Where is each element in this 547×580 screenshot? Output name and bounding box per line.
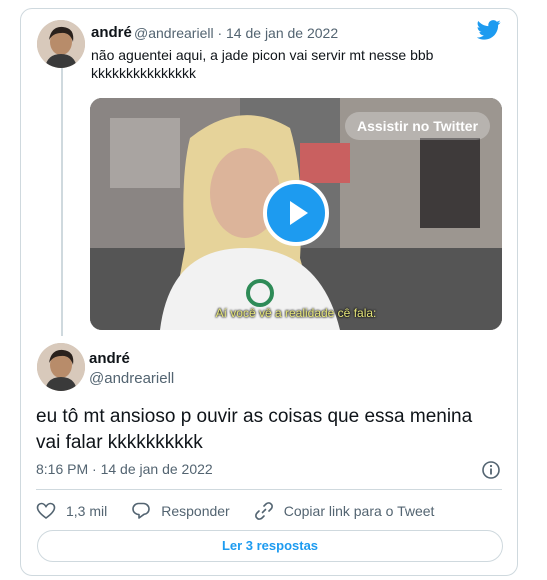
main-text-line: eu tô mt ansioso p ouvir as coisas que e… bbox=[36, 406, 473, 427]
main-tweet-text: eu tô mt ansioso p ouvir as coisas que e… bbox=[36, 404, 506, 456]
reply-label: Responder bbox=[161, 503, 230, 519]
quoted-author-name[interactable]: andré bbox=[91, 24, 132, 41]
twitter-bird-icon[interactable] bbox=[476, 20, 501, 45]
watch-on-twitter-button[interactable]: Assistir no Twitter bbox=[345, 112, 490, 140]
quoted-meta[interactable]: @andreariell · 14 de jan de 2022 bbox=[134, 25, 338, 41]
video-caption: Aí você vê a realidade cê fala: bbox=[215, 306, 377, 320]
reply-button[interactable]: Responder bbox=[131, 501, 230, 521]
quoted-tweet-text: não aguentei aqui, a jade picon vai serv… bbox=[91, 46, 491, 82]
quoted-text-line: kkkkkkkkkkkkkkk bbox=[91, 65, 196, 81]
action-bar: 1,3 mil Responder Copiar link para o Twe… bbox=[36, 500, 458, 522]
like-button[interactable]: 1,3 mil bbox=[36, 501, 107, 521]
quoted-text-line: não aguentei aqui, a jade picon vai serv… bbox=[91, 47, 434, 63]
main-text-line: vai falar kkkkkkkkkk bbox=[36, 432, 203, 453]
main-author-name[interactable]: andré bbox=[89, 350, 130, 367]
video-player[interactable]: Assistir no Twitter Aí você vê a realida… bbox=[90, 98, 502, 330]
tweet-timestamp[interactable]: 8:16 PM · 14 de jan de 2022 bbox=[36, 461, 213, 477]
like-count: 1,3 mil bbox=[66, 503, 108, 519]
main-avatar[interactable] bbox=[37, 343, 85, 391]
copy-link-label: Copiar link para o Tweet bbox=[283, 503, 435, 519]
thread-connector bbox=[61, 68, 63, 336]
main-author-handle[interactable]: @andreariell bbox=[89, 370, 174, 387]
heart-icon bbox=[36, 502, 56, 519]
info-icon[interactable] bbox=[481, 460, 501, 485]
read-replies-button[interactable]: Ler 3 respostas bbox=[37, 530, 503, 562]
reply-icon bbox=[132, 502, 151, 519]
copy-link-button[interactable]: Copiar link para o Tweet bbox=[254, 501, 435, 521]
quoted-avatar[interactable] bbox=[37, 20, 85, 68]
divider bbox=[36, 489, 502, 490]
play-icon[interactable] bbox=[263, 180, 329, 246]
link-icon bbox=[254, 502, 273, 520]
